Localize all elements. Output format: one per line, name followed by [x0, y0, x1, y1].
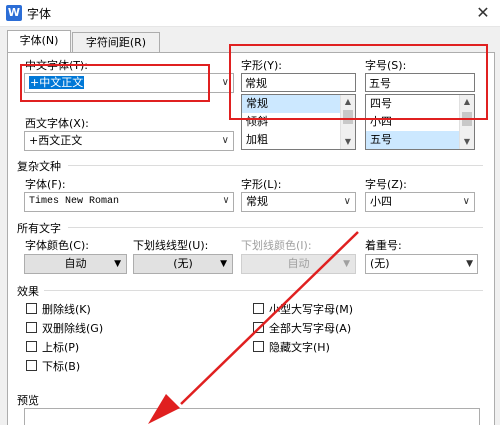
annotation-arrow-head	[148, 394, 180, 424]
annotation-arrow	[148, 231, 359, 424]
annotation-arrow-line	[180, 231, 359, 405]
